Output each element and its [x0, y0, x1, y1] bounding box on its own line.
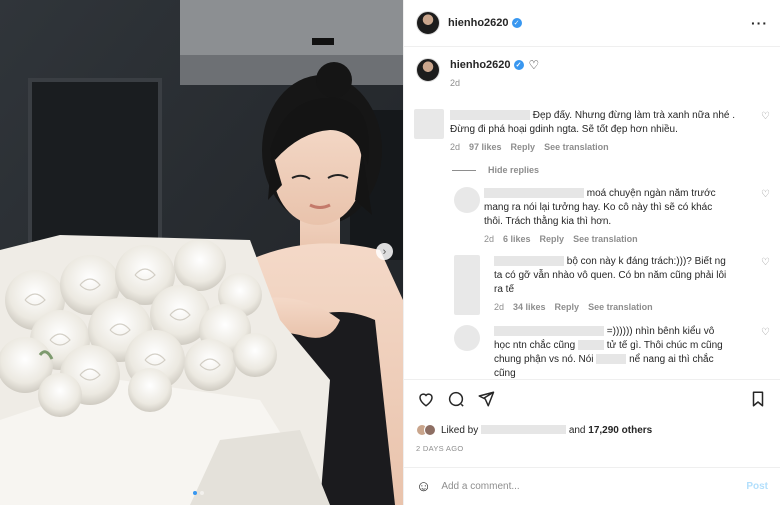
- caption-username[interactable]: hienho2620: [450, 59, 511, 71]
- post-date: 2 DAYS AGO: [416, 444, 464, 453]
- reply-meta: 2d 34 likes Reply See translation: [494, 302, 731, 312]
- reply-likes[interactable]: 6 likes: [503, 234, 531, 244]
- liked-by-and: and: [568, 424, 586, 436]
- reply-body-d: chung phận vs nó. Nói: [494, 354, 594, 365]
- comments-list[interactable]: hienho2620 ✓ ♡ 2d Đẹp đấy. Nhưng đừng là…: [404, 48, 780, 378]
- reply-button[interactable]: Reply: [511, 142, 536, 152]
- post-photo[interactable]: ›: [0, 0, 403, 505]
- hide-replies-toggle[interactable]: Hide replies: [452, 165, 780, 175]
- reply-item: bộ con này k đáng trách:)))? Biết ng ta …: [404, 255, 780, 315]
- post-image-illustration: [0, 0, 403, 505]
- reply-likes[interactable]: 34 likes: [513, 302, 546, 312]
- reply-button[interactable]: Reply: [540, 234, 565, 244]
- likes-count[interactable]: 17,290 others: [588, 425, 652, 436]
- post-detail-panel: hienho2620 ✓ ··· hienho2620 ✓ ♡ 2d Đẹp đ…: [403, 0, 780, 505]
- bookmark-icon[interactable]: [748, 389, 768, 409]
- verified-badge-icon: ✓: [511, 18, 522, 28]
- caption-avatar[interactable]: [416, 58, 440, 82]
- comment-bubble-icon[interactable]: [446, 389, 466, 409]
- heart-outline-icon[interactable]: ♡: [761, 111, 770, 122]
- reply-button[interactable]: Reply: [555, 302, 580, 312]
- reply-time: 2d: [494, 302, 505, 312]
- comment-time: 2d: [450, 142, 461, 152]
- divider-line: [452, 169, 476, 171]
- reply-body-c: tử tế gì. Thôi chúc m cũng: [606, 340, 723, 351]
- verified-badge-icon: ✓: [513, 60, 524, 70]
- reply-avatar[interactable]: [454, 255, 480, 315]
- carousel-dot: [200, 491, 204, 495]
- post-header: hienho2620 ✓ ···: [404, 0, 780, 47]
- post-username[interactable]: hienho2620: [448, 17, 509, 29]
- comment-input[interactable]: [441, 481, 747, 492]
- comment-meta: 2d 97 likes Reply See translation: [450, 142, 754, 152]
- redacted-username: [494, 256, 564, 267]
- heart-outline-icon[interactable]: ♡: [761, 327, 770, 338]
- liker-avatar: [424, 424, 436, 436]
- avatar[interactable]: [416, 11, 440, 35]
- redacted-word: [577, 340, 604, 351]
- reply-body-b: học ntn chắc cũng: [494, 340, 576, 351]
- comment-text: Đẹp đấy. Nhưng đừng làm trà xanh nữa nhé…: [450, 109, 754, 137]
- heart-outline-icon[interactable]: ♡: [529, 58, 540, 72]
- reply-avatar[interactable]: [454, 187, 480, 213]
- redacted-username: [494, 326, 604, 337]
- reply-avatar[interactable]: [454, 325, 480, 351]
- post-comment-button[interactable]: Post: [746, 481, 768, 492]
- redacted-word: [596, 354, 627, 365]
- liked-by-label: Liked by: [441, 424, 479, 436]
- next-photo-button[interactable]: ›: [376, 243, 393, 260]
- reply-item: =)))))) nhìn bênh kiểu vô học ntn chắc c…: [404, 325, 780, 378]
- see-translation-button[interactable]: See translation: [573, 234, 638, 244]
- like-heart-icon[interactable]: [416, 389, 436, 409]
- caption-time: 2d: [450, 78, 461, 88]
- reply-item: moá chuyện ngàn năm trước mang ra nói lạ…: [404, 187, 780, 244]
- redacted-username: [450, 110, 530, 121]
- comment-likes[interactable]: 97 likes: [469, 142, 502, 152]
- carousel-dot-active: [193, 491, 197, 495]
- reply-body-a: =)))))) nhìn bênh kiểu vô: [606, 326, 715, 337]
- reply-time: 2d: [484, 234, 495, 244]
- heart-outline-icon[interactable]: ♡: [761, 189, 770, 200]
- emoji-icon[interactable]: ☺: [416, 478, 431, 495]
- see-translation-button[interactable]: See translation: [544, 142, 609, 152]
- hide-replies-label[interactable]: Hide replies: [488, 165, 539, 175]
- see-translation-button[interactable]: See translation: [588, 302, 653, 312]
- liked-by: Liked by and 17,290 others: [416, 424, 768, 436]
- comment-item: Đẹp đấy. Nhưng đừng làm trà xanh nữa nhé…: [404, 109, 780, 152]
- reply-meta: 2d 6 likes Reply See translation: [484, 234, 729, 244]
- reply-body-a: bộ con này k đáng trách:)))? Biết: [566, 256, 712, 267]
- redacted-username: [481, 425, 567, 435]
- share-send-icon[interactable]: [476, 389, 496, 409]
- redacted-username: [484, 188, 584, 199]
- add-comment-bar: ☺ Post: [404, 467, 780, 505]
- caption: hienho2620 ✓ ♡ 2d: [404, 48, 780, 88]
- reply-text: bộ con này k đáng trách:)))? Biết ng ta …: [494, 255, 731, 297]
- chevron-right-icon: ›: [382, 245, 387, 258]
- reply-text: moá chuyện ngàn năm trước mang ra nói lạ…: [484, 187, 729, 229]
- post-actions: Liked by and 17,290 others 2 DAYS AGO: [404, 379, 780, 453]
- reply-text: =)))))) nhìn bênh kiểu vô học ntn chắc c…: [494, 325, 731, 378]
- carousel-indicator: [193, 491, 204, 495]
- heart-outline-icon[interactable]: ♡: [761, 257, 770, 268]
- reply-body-a: moá chuyện ngàn năm trước: [586, 188, 716, 199]
- reply-body-b: mang ra nói lại tưởng hay. Ko cô này thì…: [484, 202, 713, 227]
- more-options-icon[interactable]: ···: [751, 15, 768, 31]
- comment-avatar[interactable]: [414, 109, 444, 139]
